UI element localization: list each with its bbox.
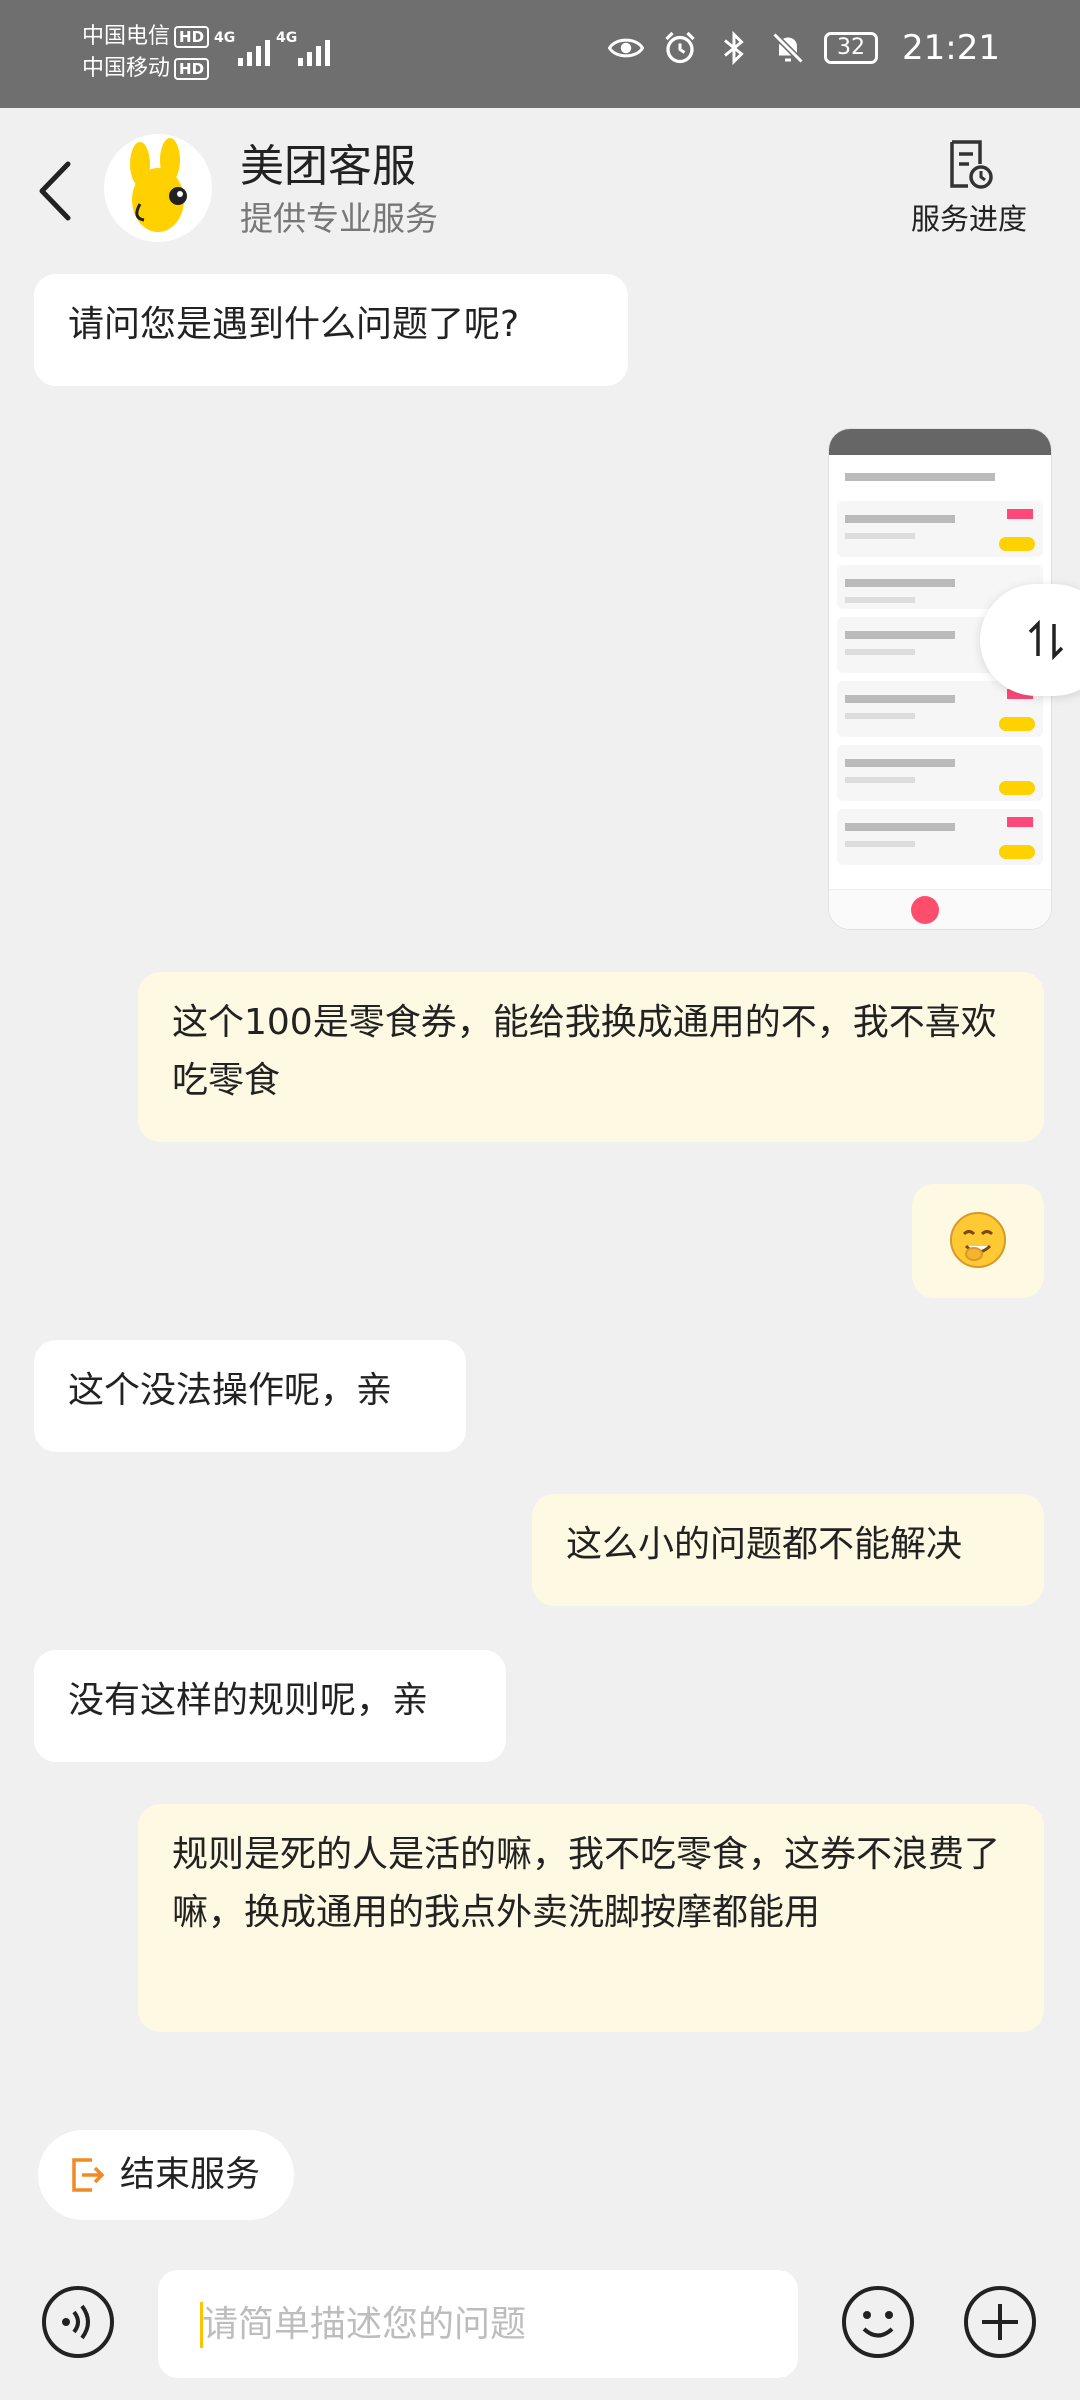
signal-icon-2: [298, 36, 330, 66]
chat-header: 美团客服 提供专业服务 服务进度: [0, 108, 1080, 268]
bot-message: 请问您是遇到什么问题了呢?: [34, 274, 628, 386]
battery-indicator: 32: [824, 32, 879, 64]
clock: 21:21: [902, 28, 1000, 68]
network-type-1: 4G: [214, 30, 236, 46]
page-subtitle: 提供专业服务: [240, 199, 438, 238]
document-clock-icon: [950, 140, 993, 189]
bluetooth-icon: [724, 30, 744, 66]
page-title: 美团客服: [240, 141, 416, 192]
user-message: 这么小的问题都不能解决: [532, 1494, 1044, 1606]
carrier-2: 中国移动 HD: [82, 54, 210, 84]
bot-message: 这个没法操作呢，亲: [34, 1340, 466, 1452]
status-icons: 32 21:21: [608, 28, 1000, 68]
service-progress-label: 服务进度: [910, 202, 1027, 236]
swap-arrows-button[interactable]: [980, 584, 1080, 696]
network-type-2: 4G: [276, 30, 298, 46]
mute-bell-icon: [772, 32, 804, 64]
exit-icon: [72, 2158, 105, 2192]
end-service-button[interactable]: 结束服务: [38, 2130, 294, 2220]
status-bar: 中国电信 HD 中国移动 HD 4G 4G 32 21:21: [0, 0, 1080, 108]
text-caret: [200, 2302, 203, 2348]
mascot-kangaroo-icon: [130, 138, 187, 232]
swap-arrows-icon: [1028, 619, 1064, 661]
avatar[interactable]: [104, 134, 212, 242]
eye-icon: [608, 38, 645, 58]
end-service-label: 结束服务: [120, 2155, 261, 2195]
user-emoji-message: [912, 1184, 1044, 1298]
back-arrow-icon[interactable]: [30, 156, 84, 226]
bot-message: 没有这样的规则呢，亲: [34, 1650, 506, 1762]
service-progress-button[interactable]: 服务进度: [894, 138, 1044, 248]
user-message: 这个100是零食券，能给我换成通用的不，我不喜欢吃零食: [138, 972, 1044, 1142]
signal-icon-1: [238, 36, 270, 66]
alarm-icon: [665, 31, 695, 64]
input-bar: [0, 2240, 1080, 2400]
carrier-1: 中国电信 HD: [82, 22, 210, 52]
user-message: 规则是死的人是活的嘛，我不吃零食，这券不浪费了嘛，换成通用的我点外卖洗脚按摩都能…: [138, 1804, 1044, 2032]
smiley-icon[interactable]: [840, 2284, 916, 2360]
grinning-emoji-icon: [950, 1212, 1006, 1268]
voice-icon[interactable]: [40, 2284, 116, 2360]
plus-icon[interactable]: [962, 2284, 1038, 2360]
message-input[interactable]: [158, 2270, 798, 2378]
